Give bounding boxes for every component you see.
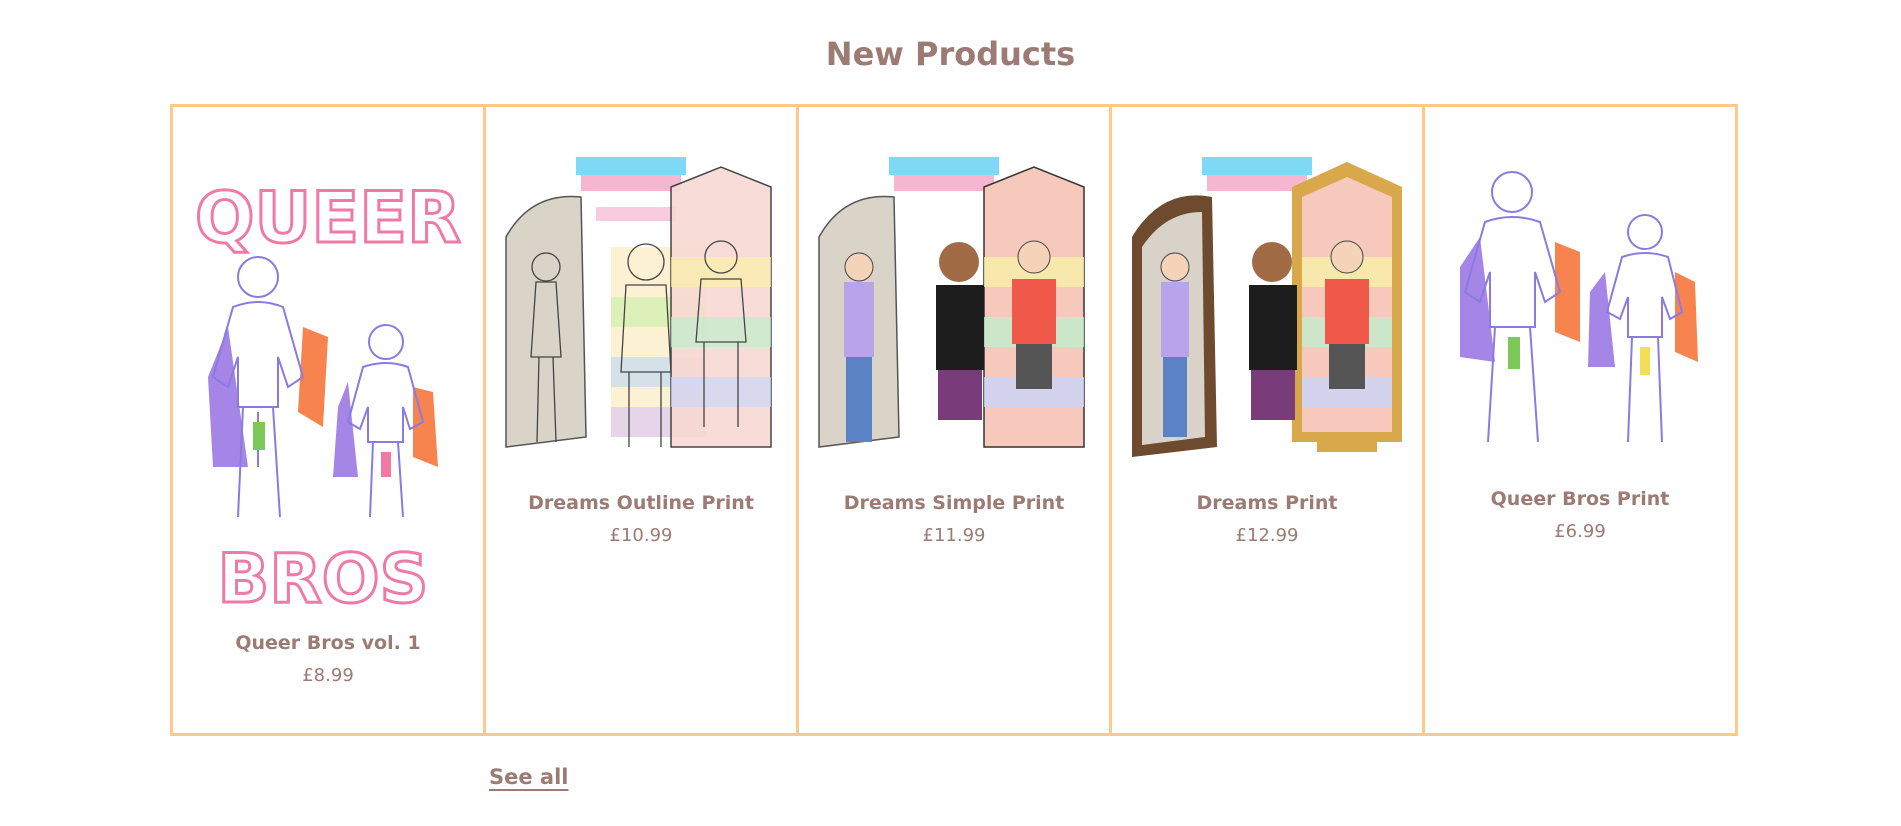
product-title[interactable]: Dreams Outline Print (486, 492, 796, 514)
product-title[interactable]: Dreams Simple Print (799, 492, 1109, 514)
product-price: £10.99 (609, 525, 673, 546)
product-card-dreams-print[interactable]: Dreams Print £12.99 (1109, 107, 1422, 733)
product-image-dreams-outline-print[interactable] (500, 157, 782, 457)
queer-bros-art (1460, 171, 1698, 443)
product-title[interactable]: Queer Bros Print (1425, 488, 1735, 510)
product-grid: QUEER BROS Queer Bros vol. 1 £8.99 Dream… (170, 104, 1738, 736)
product-title[interactable]: Dreams Print (1112, 492, 1422, 514)
product-price: £6.99 (1554, 521, 1606, 542)
cover-text-bottom: BROS (218, 540, 429, 612)
product-price: £12.99 (1235, 525, 1299, 546)
queer-bros-cover-art: QUEER BROS (194, 176, 463, 613)
dreams-outline-art (505, 157, 772, 448)
product-image-dreams-print[interactable] (1126, 157, 1408, 457)
product-price: £11.99 (922, 525, 986, 546)
product-card-dreams-outline-print[interactable]: Dreams Outline Print £10.99 (483, 107, 796, 733)
product-image-dreams-simple-print[interactable] (813, 157, 1095, 457)
product-card-queer-bros-vol-1[interactable]: QUEER BROS Queer Bros vol. 1 £8.99 (173, 107, 483, 733)
see-all-link[interactable]: See all (489, 765, 569, 789)
dreams-art (1132, 157, 1402, 457)
product-title[interactable]: Queer Bros vol. 1 (173, 632, 483, 654)
dreams-simple-art (818, 157, 1085, 448)
section-title: New Products (825, 35, 1076, 73)
product-card-dreams-simple-print[interactable]: Dreams Simple Print £11.99 (796, 107, 1109, 733)
cover-text-top: QUEER (195, 177, 461, 259)
product-image-queer-bros-print[interactable] (1439, 152, 1721, 452)
product-price: £8.99 (302, 665, 354, 686)
product-image-queer-bros-vol-1[interactable]: QUEER BROS (187, 167, 469, 613)
product-card-queer-bros-print[interactable]: Queer Bros Print £6.99 (1422, 107, 1735, 733)
